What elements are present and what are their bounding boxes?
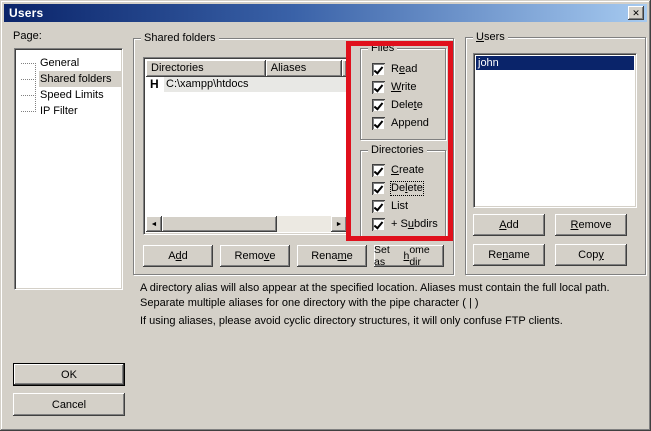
- horizontal-scrollbar[interactable]: ◄ ►: [146, 216, 347, 232]
- sidebar-item-speed-limits[interactable]: Speed Limits: [15, 87, 122, 103]
- scrollbar-track[interactable]: [277, 216, 331, 232]
- home-flag: H: [146, 77, 164, 92]
- scroll-left-icon[interactable]: ◄: [146, 216, 162, 232]
- rename-folder-button[interactable]: Rename: [297, 245, 367, 267]
- users-dialog: Users ✕ Page: General Shared folders Spe…: [0, 0, 651, 431]
- list-item-user[interactable]: john: [476, 56, 634, 70]
- column-header-directories[interactable]: Directories: [146, 60, 266, 77]
- users-group-label: Users: [473, 31, 508, 44]
- list-header: Directories Aliases: [146, 60, 347, 77]
- directory-path: C:\xampp\htdocs: [164, 77, 347, 92]
- window-title: Users: [4, 6, 43, 20]
- close-icon[interactable]: ✕: [628, 6, 644, 20]
- table-row[interactable]: H C:\xampp\htdocs: [146, 77, 347, 92]
- remove-folder-button[interactable]: Remove: [220, 245, 290, 267]
- page-label: Page:: [13, 30, 42, 42]
- title-bar[interactable]: Users ✕: [4, 4, 647, 22]
- users-list[interactable]: john: [473, 53, 637, 208]
- scroll-right-icon[interactable]: ►: [331, 216, 347, 232]
- rename-user-button[interactable]: Rename: [473, 244, 545, 266]
- scrollbar-thumb[interactable]: [162, 216, 277, 232]
- alias-help-text: A directory alias will also appear at th…: [140, 281, 632, 311]
- remove-user-button[interactable]: Remove: [555, 214, 627, 236]
- shared-folders-group-label: Shared folders: [141, 32, 219, 45]
- column-header-aliases[interactable]: Aliases: [266, 60, 342, 77]
- annotation-highlight-box: [346, 41, 453, 241]
- page-tree[interactable]: General Shared folders Speed Limits IP F…: [14, 48, 123, 290]
- set-home-dir-button[interactable]: Set as home dir: [374, 245, 444, 267]
- ok-button[interactable]: OK: [13, 363, 125, 386]
- shared-folders-list[interactable]: Directories Aliases H C:\xampp\htdocs ◄ …: [143, 57, 350, 235]
- sidebar-item-general[interactable]: General: [15, 55, 122, 71]
- sidebar-item-shared-folders[interactable]: Shared folders: [15, 71, 122, 87]
- cyclic-help-text: If using aliases, please avoid cyclic di…: [140, 314, 632, 329]
- sidebar-item-ip-filter[interactable]: IP Filter: [15, 103, 122, 119]
- add-folder-button[interactable]: Add: [143, 245, 213, 267]
- cancel-button[interactable]: Cancel: [13, 393, 125, 416]
- add-user-button[interactable]: Add: [473, 214, 545, 236]
- copy-user-button[interactable]: Copy: [555, 244, 627, 266]
